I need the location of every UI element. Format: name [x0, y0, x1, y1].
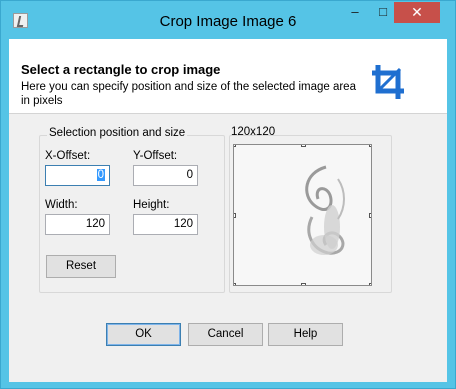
- y-offset-label: Y-Offset:: [133, 150, 178, 162]
- width-input[interactable]: 120: [45, 214, 110, 235]
- close-button[interactable]: ✕: [394, 2, 440, 23]
- preview-artwork: [234, 145, 371, 285]
- header-panel: Select a rectangle to crop image Here yo…: [9, 39, 447, 114]
- ok-button[interactable]: OK: [106, 323, 181, 346]
- crop-handle-right[interactable]: [369, 213, 371, 218]
- dialog-client-area: Select a rectangle to crop image Here yo…: [9, 39, 447, 382]
- maximize-button[interactable]: □: [370, 2, 396, 23]
- crop-handle-top-right[interactable]: [369, 145, 371, 147]
- crop-handle-bottom-right[interactable]: [369, 283, 371, 285]
- crop-handle-bottom[interactable]: [301, 283, 306, 285]
- cancel-button[interactable]: Cancel: [188, 323, 263, 346]
- height-input[interactable]: 120: [133, 214, 198, 235]
- header-description: Here you can specify position and size o…: [21, 81, 356, 107]
- crop-icon: [364, 59, 412, 105]
- crop-handle-left[interactable]: [234, 213, 236, 218]
- header-title: Select a rectangle to crop image: [21, 62, 221, 77]
- crop-handle-bottom-left[interactable]: [234, 283, 236, 285]
- crop-image-dialog: Crop Image Image 6 – □ ✕ Select a rectan…: [0, 0, 456, 389]
- height-label: Height:: [133, 199, 170, 211]
- help-button[interactable]: Help: [268, 323, 343, 346]
- crop-handle-top-left[interactable]: [234, 145, 236, 147]
- selection-group-title: Selection position and size: [47, 127, 188, 139]
- x-offset-value: 0: [96, 169, 105, 181]
- y-offset-input[interactable]: 0: [133, 165, 198, 186]
- crop-preview-canvas[interactable]: [233, 144, 372, 286]
- title-bar[interactable]: Crop Image Image 6 – □ ✕: [1, 1, 455, 39]
- x-offset-label: X-Offset:: [45, 150, 91, 162]
- minimize-button[interactable]: –: [342, 2, 368, 23]
- reset-button[interactable]: Reset: [46, 255, 116, 278]
- crop-handle-top[interactable]: [301, 145, 306, 147]
- width-label: Width:: [45, 199, 78, 211]
- x-offset-input[interactable]: 0: [45, 165, 110, 186]
